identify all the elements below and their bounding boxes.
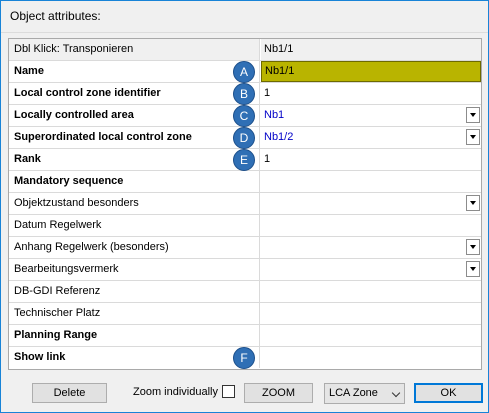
datum-regelwerk-field[interactable]	[261, 215, 481, 236]
row-label: Show link	[9, 347, 260, 368]
row-db-gdi-referenz: DB-GDI Referenz	[9, 281, 481, 303]
rank-field[interactable]: 1	[261, 149, 481, 170]
row-label: Anhang Regelwerk (besonders)	[9, 237, 260, 258]
row-superordinated-local-control-zone: Superordinated local control zone D Nb1/…	[9, 127, 481, 149]
locally-controlled-area-select[interactable]: Nb1	[261, 105, 481, 126]
callout-badge-b: B	[233, 83, 255, 105]
row-label: Technischer Platz	[9, 303, 260, 324]
title-divider	[1, 32, 488, 33]
row-rank: Rank E 1	[9, 149, 481, 171]
row-label: Local control zone identifier	[9, 83, 260, 104]
select-value: Nb1	[264, 109, 285, 121]
local-control-zone-identifier-field[interactable]: 1	[261, 83, 481, 104]
bearbeitungsvermerk-select[interactable]	[261, 259, 481, 280]
row-show-link: Show link F	[9, 347, 481, 369]
objektzustand-select[interactable]	[261, 193, 481, 214]
technischer-platz-field[interactable]	[261, 303, 481, 324]
chevron-down-icon	[391, 388, 401, 398]
row-bearbeitungsvermerk: Bearbeitungsvermerk	[9, 259, 481, 281]
row-name: Name A Nb1/1	[9, 61, 481, 83]
header-object-id: Nb1/1	[261, 39, 481, 60]
object-attributes-dialog: Object attributes: Dbl Klick: Transponie…	[0, 0, 489, 413]
dropdown-arrow-icon[interactable]	[466, 107, 480, 123]
callout-badge-d: D	[233, 127, 255, 149]
callout-badge-a: A	[233, 61, 255, 83]
row-label: Mandatory sequence	[9, 171, 260, 192]
dropdown-arrow-icon[interactable]	[466, 239, 480, 255]
zoom-individually-label: Zoom individually	[133, 386, 218, 398]
row-technischer-platz: Technischer Platz	[9, 303, 481, 325]
dialog-title: Object attributes:	[10, 9, 101, 23]
row-value-cell	[261, 347, 481, 368]
zone-select[interactable]: LCA Zone	[324, 383, 405, 404]
zoom-individually-checkbox[interactable]	[222, 385, 235, 398]
row-objektzustand-besonders: Objektzustand besonders	[9, 193, 481, 215]
anhang-regelwerk-select[interactable]	[261, 237, 481, 258]
ok-button[interactable]: OK	[414, 383, 483, 403]
row-value-cell	[261, 171, 481, 192]
zone-select-value: LCA Zone	[329, 387, 378, 399]
row-label: Objektzustand besonders	[9, 193, 260, 214]
row-value-cell: ✓	[261, 325, 481, 346]
row-anhang-regelwerk: Anhang Regelwerk (besonders)	[9, 237, 481, 259]
row-planning-range: Planning Range ✓	[9, 325, 481, 347]
name-field[interactable]: Nb1/1	[261, 61, 481, 82]
select-value: Nb1/2	[264, 131, 294, 143]
attributes-grid: Dbl Klick: Transponieren Nb1/1 Name A Nb…	[8, 38, 482, 370]
row-label: Bearbeitungsvermerk	[9, 259, 260, 280]
row-label: DB-GDI Referenz	[9, 281, 260, 302]
zoom-button[interactable]: ZOOM	[244, 383, 313, 403]
dropdown-arrow-icon[interactable]	[466, 129, 480, 145]
callout-badge-c: C	[233, 105, 255, 127]
grid-header-row: Dbl Klick: Transponieren Nb1/1	[9, 39, 481, 61]
callout-badge-f: F	[233, 347, 255, 369]
header-hint: Dbl Klick: Transponieren	[9, 39, 260, 60]
row-label: Rank	[9, 149, 260, 170]
row-datum-regelwerk: Datum Regelwerk	[9, 215, 481, 237]
row-locally-controlled-area: Locally controlled area C Nb1	[9, 105, 481, 127]
superordinated-zone-select[interactable]: Nb1/2	[261, 127, 481, 148]
row-label: Planning Range	[9, 325, 260, 346]
dropdown-arrow-icon[interactable]	[466, 195, 480, 211]
delete-button[interactable]: Delete	[32, 383, 107, 403]
callout-badge-e: E	[233, 149, 255, 171]
row-label: Superordinated local control zone	[9, 127, 260, 148]
row-mandatory-sequence: Mandatory sequence	[9, 171, 481, 193]
dropdown-arrow-icon[interactable]	[466, 261, 480, 277]
db-gdi-referenz-field[interactable]	[261, 281, 481, 302]
row-label: Datum Regelwerk	[9, 215, 260, 236]
row-local-control-zone-identifier: Local control zone identifier B 1	[9, 83, 481, 105]
row-label: Locally controlled area	[9, 105, 260, 126]
row-label: Name	[9, 61, 260, 82]
